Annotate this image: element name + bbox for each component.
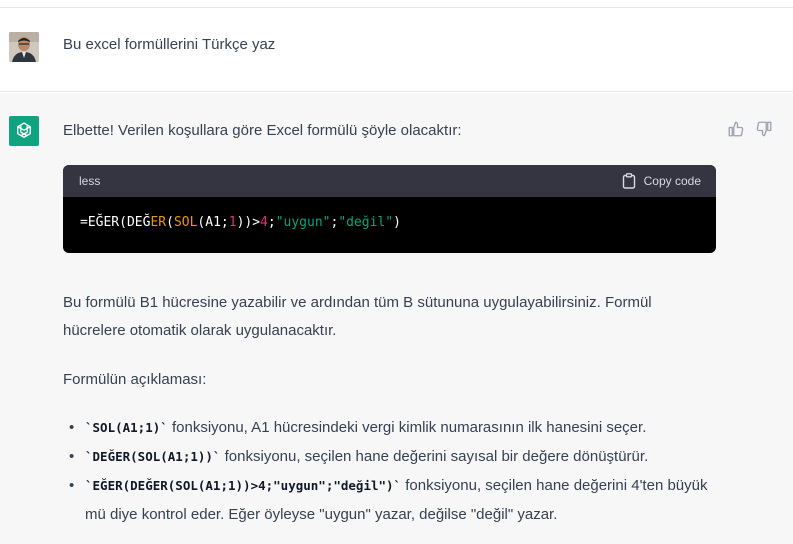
code-token: 4 (260, 215, 268, 230)
explanation-heading: Formülün açıklaması: (63, 371, 207, 388)
code-token: ) (393, 215, 401, 230)
thumbs-down-icon (756, 121, 772, 137)
user-photo-avatar-icon (9, 32, 39, 62)
code-language-label: less (79, 174, 101, 188)
code-token: SOL (173, 215, 198, 230)
thumbs-down-button[interactable] (755, 120, 773, 138)
user-message-row: Bu excel formüllerini Türkçe yaz (0, 8, 793, 92)
copy-code-label: Copy code (643, 174, 701, 188)
code-token: (A1; (197, 215, 229, 230)
assistant-intro-text: Elbette! Verilen koşullara göre Excel fo… (63, 122, 462, 139)
user-message-text: Bu excel formüllerini Türkçe yaz (63, 36, 276, 53)
assistant-message-row: Elbette! Verilen koşullara göre Excel fo… (0, 93, 793, 544)
explanation-paragraph: Bu formülü B1 hücresine yazabilir ve ard… (63, 294, 652, 339)
code-token: ( (166, 215, 174, 230)
list-item: • `EĞER(DEĞER(SOL(A1;1))>4;"uygun";"değil… (63, 471, 713, 529)
bullet-dot: • (69, 477, 75, 494)
code-content: =EĞER(DEĞER(SOL(A1;1))>4;"uygun";"değil"… (63, 197, 716, 248)
thumbs-up-icon (728, 121, 744, 137)
list-item-text: fonksiyonu, seçilen hane değerini sayısa… (220, 448, 649, 465)
code-block-header: less Copy code (63, 165, 716, 197)
explanation-list: • `SOL(A1;1)` fonksiyonu, A1 hücresindeki… (63, 413, 713, 529)
list-item-text: fonksiyonu, A1 hücresindeki vergi kimlik… (167, 419, 647, 436)
code-block: less Copy code =EĞER(DEĞER(SOL(A1;1))>4;… (63, 165, 716, 253)
openai-logo-icon (17, 122, 31, 138)
code-token: "uygun" (275, 215, 331, 230)
code-token: ; (267, 215, 276, 230)
code-token: 1 (228, 215, 237, 230)
bullet-dot: • (69, 419, 75, 436)
clipboard-icon (622, 173, 635, 189)
inline-code: `EĞER(DEĞER(SOL(A1;1))>4;"uygun";"değil"… (85, 478, 402, 493)
bullet-dot: • (69, 448, 75, 465)
list-item: • `SOL(A1;1)` fonksiyonu, A1 hücresindeki… (63, 413, 713, 442)
copy-code-button[interactable]: Copy code (622, 173, 701, 189)
inline-code: `DEĞER(SOL(A1;1))` (85, 449, 221, 464)
code-token: "değil" (338, 215, 394, 230)
code-token: ER (150, 215, 167, 230)
user-avatar (9, 32, 39, 62)
code-token: =EĞER(DEĞ (80, 215, 151, 230)
inline-code: `SOL(A1;1)` (85, 420, 168, 435)
list-item: • `DEĞER(SOL(A1;1))` fonksiyonu, seçilen … (63, 442, 713, 471)
thumbs-up-button[interactable] (727, 120, 745, 138)
assistant-avatar (9, 116, 39, 146)
code-token: ))> (236, 215, 261, 230)
